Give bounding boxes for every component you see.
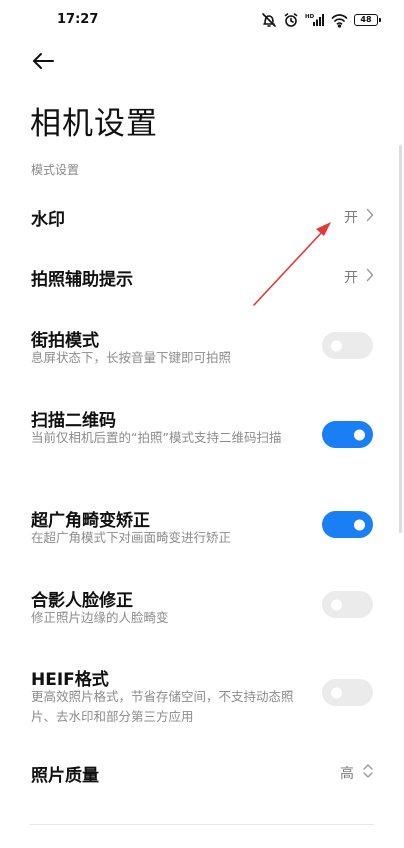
setting-title: 水印 <box>31 210 65 230</box>
setting-title: 拍照辅助提示 <box>31 270 133 290</box>
setting-value: 高 <box>340 763 374 783</box>
setting-row-photo-quality[interactable]: 照片质量 高 <box>0 752 404 794</box>
setting-subtitle: 息屏状态下，长按音量下键即可拍照 <box>31 350 232 365</box>
chevron-right-icon <box>366 208 374 226</box>
alarm-off-icon <box>261 12 277 28</box>
setting-row-ultrawide-correction: 超广角畸变矫正 在超广角模式下对画面畸变进行矫正 <box>0 502 404 552</box>
status-time: 17:27 <box>57 12 99 27</box>
toggle-knob <box>354 429 365 440</box>
setting-value-text: 开 <box>344 270 358 286</box>
street-mode-toggle[interactable] <box>322 332 373 359</box>
toggle-knob <box>354 519 365 530</box>
setting-subtitle: 更高效照片格式，节省存储空间，不支持动态照片、去水印和部分第三方应用 <box>31 689 294 724</box>
signal-hd-icon: HD <box>305 12 325 28</box>
scrollbar[interactable] <box>399 145 402 533</box>
heif-format-toggle[interactable] <box>322 679 373 706</box>
setting-row-street-mode: 街拍模式 息屏状态下，长按音量下键即可拍照 <box>0 322 404 372</box>
status-bar: 17:27 HD 48 <box>0 0 404 40</box>
chevron-right-icon <box>366 268 374 286</box>
setting-subtitle: 当前仅相机后置的“拍照”模式支持二维码扫描 <box>31 430 282 445</box>
setting-row-shooting-hints[interactable]: 拍照辅助提示 开 <box>0 256 404 298</box>
setting-row-watermark[interactable]: 水印 开 <box>0 196 404 238</box>
svg-text:HD: HD <box>305 14 315 20</box>
qr-scan-toggle[interactable] <box>322 421 373 448</box>
toggle-knob <box>331 340 342 351</box>
setting-row-heif-format: HEIF格式 更高效照片格式，节省存储空间，不支持动态照片、去水印和部分第三方应… <box>0 661 404 729</box>
setting-title: 照片质量 <box>31 766 99 786</box>
setting-row-group-face-correction: 合影人脸修正 修正照片边缘的人脸畸变 <box>0 582 404 632</box>
divider <box>30 824 374 825</box>
setting-value-text: 开 <box>344 210 358 226</box>
back-button[interactable] <box>28 48 58 78</box>
battery-icon: 48 <box>354 14 381 26</box>
back-arrow-icon <box>31 51 55 75</box>
setting-value: 开 <box>344 267 374 287</box>
chevron-up-down-icon <box>362 763 374 783</box>
setting-value: 开 <box>344 207 374 227</box>
setting-subtitle: 修正照片边缘的人脸畸变 <box>31 610 169 625</box>
setting-subtitle: 在超广角模式下对画面畸变进行矫正 <box>31 530 232 545</box>
group-face-correction-toggle[interactable] <box>322 591 373 618</box>
wifi-icon <box>331 12 348 28</box>
toggle-knob <box>331 599 342 610</box>
section-header: 模式设置 <box>31 163 80 177</box>
ultrawide-correction-toggle[interactable] <box>322 511 373 538</box>
toggle-knob <box>331 687 342 698</box>
status-icons: HD 48 <box>261 11 381 29</box>
setting-value-text: 高 <box>340 766 354 782</box>
alarm-clock-icon <box>283 12 299 28</box>
page-title: 相机设置 <box>30 106 158 142</box>
setting-row-qr-scan: 扫描二维码 当前仅相机后置的“拍照”模式支持二维码扫描 <box>0 402 404 468</box>
